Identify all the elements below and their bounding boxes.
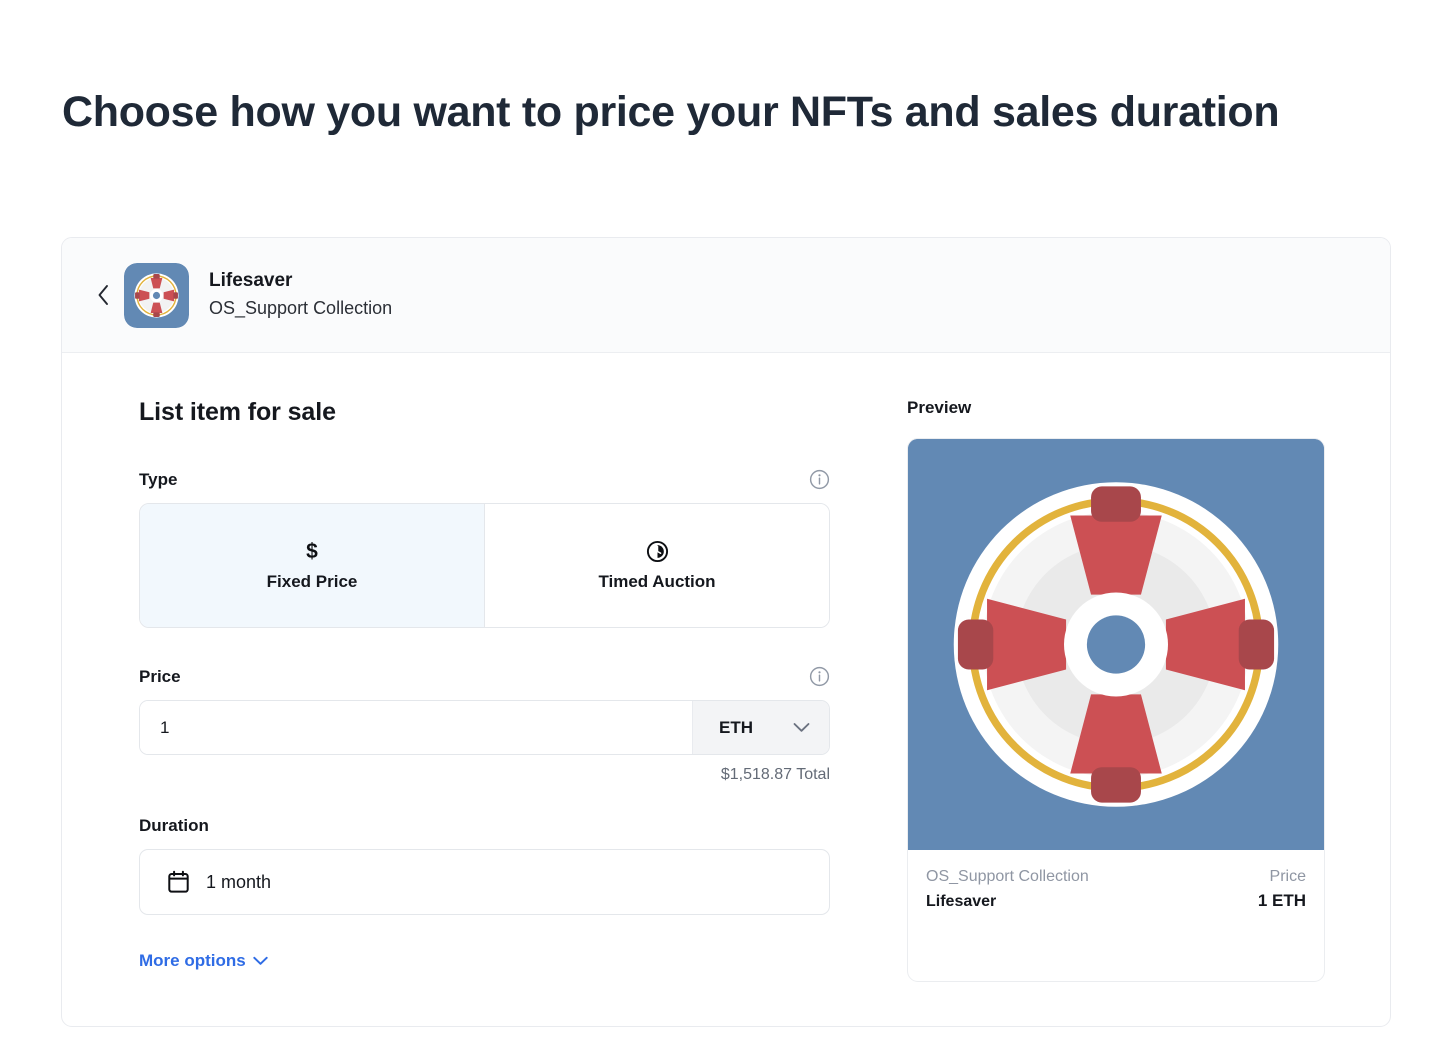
panel-body: List item for sale Type $ Fixed Price Ti… — [62, 353, 1390, 982]
preview-price-value: 1 ETH — [1257, 891, 1306, 910]
preview-price-label: Price — [1269, 868, 1306, 885]
page-root: Choose how you want to price your NFTs a… — [0, 0, 1450, 1038]
currency-label: ETH — [719, 717, 753, 737]
preview-meta: OS_Support Collection Price Lifesaver 1 … — [908, 850, 1324, 981]
price-input-row: ETH — [139, 700, 830, 755]
collection-name: OS_Support Collection — [209, 298, 393, 319]
price-total: $1,518.87 Total — [720, 766, 830, 783]
preview-meta-top-row: OS_Support Collection Price — [926, 868, 1306, 886]
lifesaver-artwork — [908, 439, 1324, 850]
more-options-label: More options — [139, 951, 246, 970]
preview-title: Preview — [907, 398, 972, 417]
preview-item-name: Lifesaver — [926, 893, 997, 910]
type-option-label: Timed Auction — [598, 572, 716, 591]
preview-meta-bottom-row: Lifesaver 1 ETH — [926, 886, 1306, 911]
price-label-row: Price — [139, 666, 830, 687]
item-name: Lifesaver — [209, 269, 293, 291]
preview-collection-name: OS_Support Collection — [926, 868, 1089, 885]
preview-panel: Preview OS_Support Collection Price Life… — [907, 387, 1347, 982]
price-input[interactable] — [140, 701, 692, 754]
duration-label: Duration — [139, 816, 209, 835]
listing-panel: Lifesaver OS_Support Collection List ite… — [61, 237, 1391, 1027]
panel-header: Lifesaver OS_Support Collection — [62, 238, 1390, 353]
header-text-group: Lifesaver OS_Support Collection — [209, 268, 392, 323]
more-options-toggle[interactable]: More options — [139, 951, 268, 971]
info-icon[interactable] — [809, 666, 830, 687]
dollar-icon: $ — [306, 539, 318, 563]
info-icon[interactable] — [809, 469, 830, 490]
chevron-down-icon — [253, 956, 268, 965]
chevron-down-icon — [793, 722, 810, 733]
currency-select[interactable]: ETH — [692, 701, 829, 754]
type-option-fixed-price[interactable]: $ Fixed Price — [140, 504, 484, 627]
listing-form: List item for sale Type $ Fixed Price Ti… — [62, 387, 907, 982]
item-thumbnail — [124, 262, 189, 328]
type-toggle-group: $ Fixed Price Timed Auction — [139, 503, 830, 628]
chevron-left-icon[interactable] — [88, 280, 118, 310]
duration-value: 1 month — [206, 871, 272, 892]
type-label-row: Type — [139, 469, 830, 490]
section-title: List item for sale — [139, 398, 336, 426]
calendar-icon — [167, 870, 190, 894]
preview-card[interactable]: OS_Support Collection Price Lifesaver 1 … — [907, 438, 1325, 982]
page-title: Choose how you want to price your NFTs a… — [62, 87, 1280, 136]
type-option-label: Fixed Price — [266, 572, 358, 591]
duration-select[interactable]: 1 month — [139, 849, 830, 915]
duration-label-row: Duration — [139, 816, 830, 836]
price-label: Price — [139, 666, 181, 686]
type-label: Type — [139, 469, 178, 489]
type-option-timed-auction[interactable]: Timed Auction — [484, 504, 829, 627]
clock-icon — [646, 539, 669, 564]
